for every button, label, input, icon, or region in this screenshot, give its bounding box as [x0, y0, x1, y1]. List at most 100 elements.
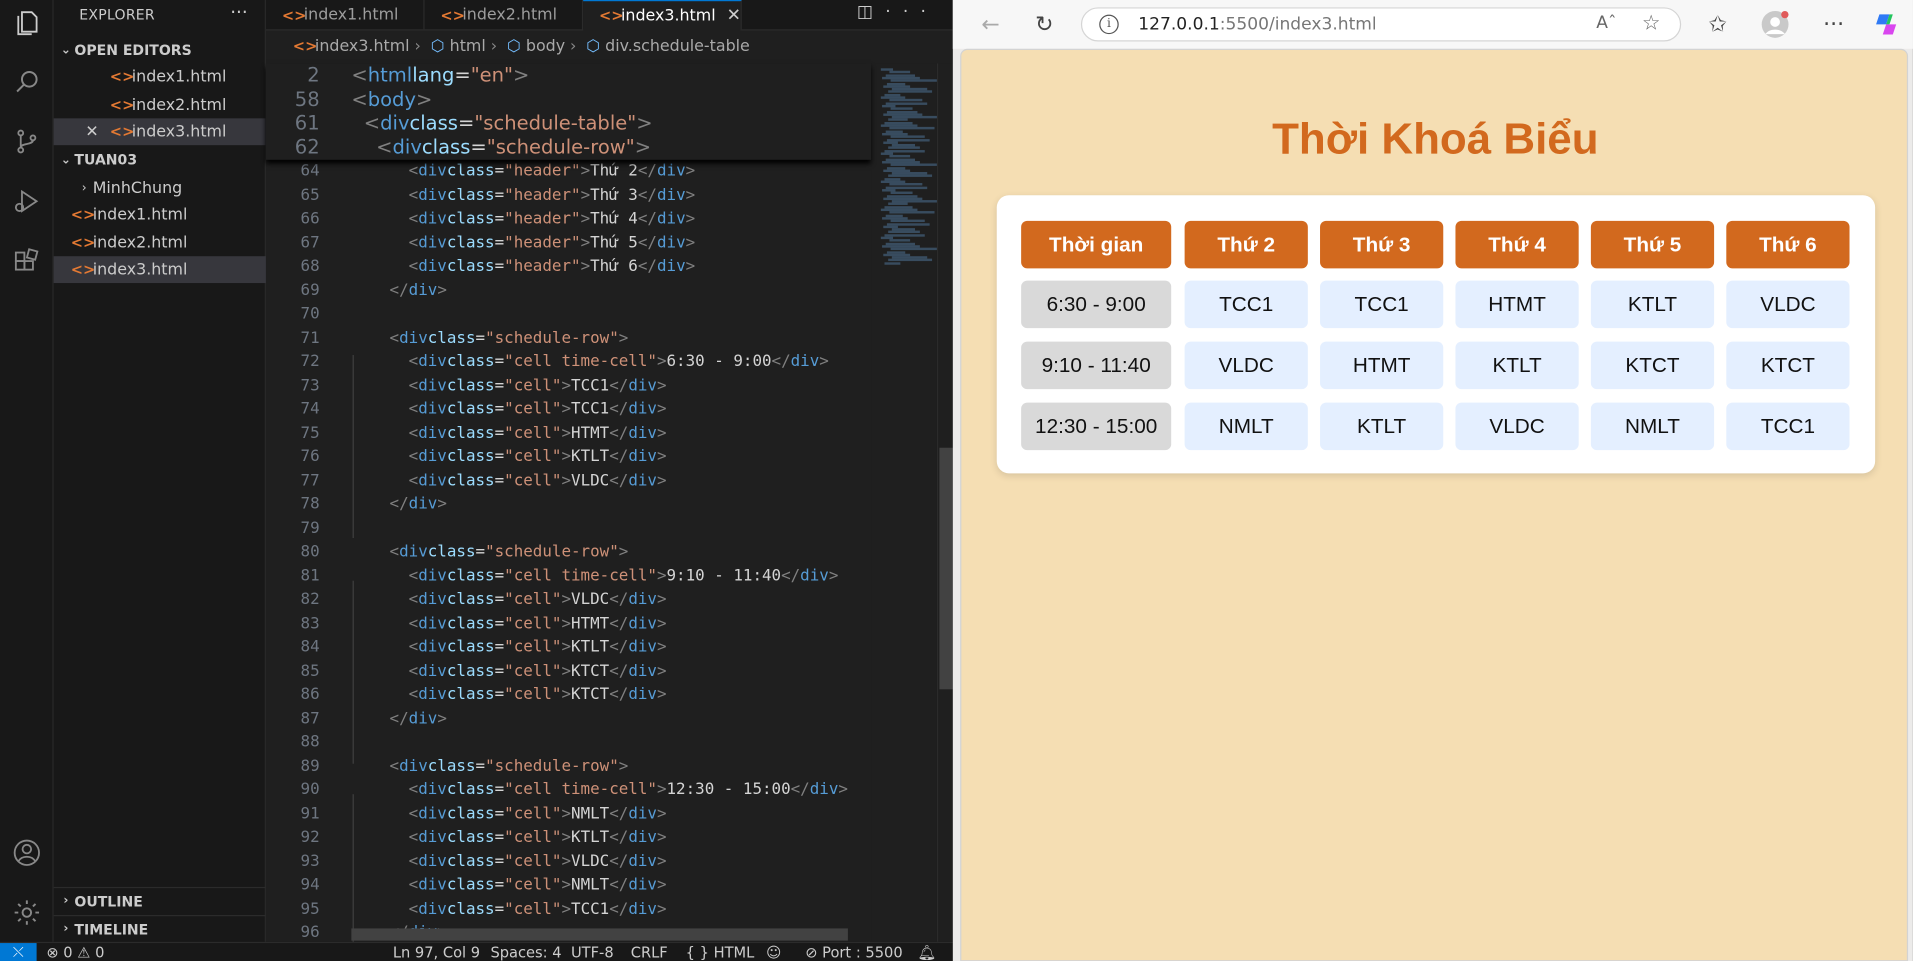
line-number: 92	[300, 828, 320, 847]
breadcrumb-item[interactable]: div.schedule-table	[605, 38, 750, 56]
encoding[interactable]: UTF-8	[571, 943, 614, 961]
more-actions-icon[interactable]: ···	[230, 1, 247, 23]
file-item[interactable]: <> index1.html	[54, 201, 266, 228]
code-line[interactable]: 82 <divclass="cell">VLDC</div>	[266, 588, 871, 612]
code-line[interactable]: 67 <divclass="header">Thứ 5</div>	[266, 231, 871, 255]
code-line[interactable]: 71 <divclass="schedule-row">	[266, 326, 871, 350]
remote-icon[interactable]: ⤬	[0, 943, 37, 961]
code-line[interactable]: 89 <divclass="schedule-row">	[266, 755, 871, 779]
gear-icon[interactable]	[9, 894, 46, 931]
code-line[interactable]: 93 <divclass="cell">VLDC</div>	[266, 850, 871, 874]
tab-index3[interactable]: <> index3.html ✕	[583, 0, 742, 31]
code-line[interactable]: 69 </div>	[266, 279, 871, 303]
timeline-section[interactable]: › TIMELINE	[53, 915, 266, 942]
line-number: 72	[300, 352, 320, 371]
code-line[interactable]: 2 <htmllang="en">	[266, 63, 871, 87]
code-line[interactable]: 65 <divclass="header">Thứ 3</div>	[266, 184, 871, 208]
code-line[interactable]: 72 <divclass="cell time-cell">6:30 - 9:0…	[266, 350, 871, 374]
code-line[interactable]: 79	[266, 517, 871, 541]
copilot-icon[interactable]: ☺	[766, 943, 781, 961]
account-icon[interactable]	[9, 834, 46, 871]
code-line[interactable]: 90 <divclass="cell time-cell">12:30 - 15…	[266, 778, 871, 802]
close-icon[interactable]: ✕	[727, 6, 741, 26]
url-text[interactable]: 127.0.0.1:5500/index3.html	[1138, 15, 1376, 35]
code-line[interactable]: 64 <divclass="header">Thứ 2</div>	[266, 160, 871, 184]
open-editor-item[interactable]: <> index2.html	[54, 92, 266, 119]
source-control-icon[interactable]	[9, 123, 46, 160]
code-line[interactable]: 70	[266, 303, 871, 327]
split-editor-icon[interactable]: ◫	[857, 2, 885, 22]
indentation[interactable]: Spaces: 4	[490, 943, 561, 961]
files-icon[interactable]	[9, 5, 46, 42]
code-line[interactable]: 81 <divclass="cell time-cell">9:10 - 11:…	[266, 564, 871, 588]
code-line[interactable]: 85 <divclass="cell">KTCT</div>	[266, 659, 871, 683]
refresh-icon[interactable]: ↻	[1030, 10, 1059, 39]
code-line[interactable]: 62 <divclass="schedule-row">	[266, 135, 871, 159]
cursor-position[interactable]: Ln 97, Col 9	[393, 943, 480, 961]
code-line[interactable]: 74 <divclass="cell">TCC1</div>	[266, 398, 871, 422]
more-actions-icon[interactable]: ···	[885, 2, 938, 22]
line-number: 64	[300, 162, 320, 181]
problems-indicator[interactable]: ⊗ 0 ⚠ 0	[46, 943, 104, 961]
code-line[interactable]: 92 <divclass="cell">KTLT</div>	[266, 826, 871, 850]
element-icon: ⬡	[430, 37, 445, 57]
line-number: 68	[300, 257, 320, 276]
code-line[interactable]: 78 </div>	[266, 493, 871, 517]
code-line[interactable]: 87 </div>	[266, 707, 871, 731]
code-line[interactable]: 83 <divclass="cell">HTMT</div>	[266, 612, 871, 636]
code-line[interactable]: 68 <divclass="header">Thứ 6</div>	[266, 255, 871, 279]
extensions-icon[interactable]	[9, 244, 46, 281]
open-editor-item[interactable]: <> index1.html	[54, 63, 266, 90]
code-line[interactable]: 77 <divclass="cell">VLDC</div>	[266, 469, 871, 493]
schedule-cell: KTLT	[1590, 280, 1715, 329]
breadcrumb-item[interactable]: html	[450, 38, 486, 56]
code-line[interactable]: 95 <divclass="cell">TCC1</div>	[266, 897, 871, 921]
code-line[interactable]: 76 <divclass="cell">KTLT</div>	[266, 445, 871, 469]
sticky-scroll[interactable]: 2 <htmllang="en"> 58 <body> 61 <divclass="sc…	[265, 63, 872, 160]
horizontal-scrollbar[interactable]	[351, 928, 848, 941]
open-editor-item[interactable]: ✕ <> index3.html	[53, 118, 266, 146]
code-line[interactable]: 66 <divclass="header">Thứ 4</div>	[266, 207, 871, 231]
favorites-icon[interactable]: ✩	[1703, 10, 1732, 39]
favorite-star-icon[interactable]: ☆	[1642, 11, 1661, 35]
outline-section[interactable]: › OUTLINE	[53, 886, 266, 914]
more-menu-icon[interactable]: ···	[1819, 10, 1848, 39]
code-line[interactable]: 75 <divclass="cell">HTMT</div>	[266, 422, 871, 446]
open-editors-section[interactable]: ⌄ OPEN EDITORS	[54, 37, 266, 64]
folder-section[interactable]: ⌄ TUAN03	[54, 146, 266, 173]
code-line[interactable]: 80 <divclass="schedule-row">	[266, 540, 871, 564]
code-line[interactable]: 84 <divclass="cell">KTLT</div>	[266, 636, 871, 660]
copilot-icon[interactable]	[1871, 10, 1900, 39]
line-text: <divclass="header">Thứ 4</div>	[408, 209, 696, 229]
address-bar[interactable]: i 127.0.0.1:5500/index3.html Aˆ ☆	[1080, 7, 1682, 42]
tab-index1[interactable]: <> index1.html	[266, 0, 425, 31]
code-line[interactable]: 86 <divclass="cell">KTCT</div>	[266, 683, 871, 707]
code-line[interactable]: 58 <body>	[266, 87, 871, 111]
profile-avatar[interactable]	[1760, 10, 1789, 39]
breadcrumb-item[interactable]: index3.html	[315, 38, 410, 56]
file-item[interactable]: <> index2.html	[54, 229, 266, 256]
line-ending[interactable]: CRLF	[631, 943, 668, 961]
minimap[interactable]	[871, 63, 940, 942]
run-debug-icon[interactable]	[9, 183, 46, 220]
file-item[interactable]: <> index3.html	[53, 256, 266, 284]
folder-item[interactable]: › MinhChung	[54, 174, 266, 201]
live-server-port[interactable]: ⊘ Port : 5500	[805, 943, 902, 961]
back-icon[interactable]: ←	[976, 10, 1005, 39]
code-line[interactable]: 94 <divclass="cell">NMLT</div>	[266, 874, 871, 898]
breadcrumb-item[interactable]: body	[526, 38, 565, 56]
search-icon[interactable]	[9, 63, 46, 100]
code-line[interactable]: 91 <divclass="cell">NMLT</div>	[266, 802, 871, 826]
code-editor[interactable]: 64 <divclass="header">Thứ 2</div> 65 <div…	[266, 63, 871, 961]
vertical-scrollbar[interactable]	[936, 63, 953, 942]
read-aloud-icon[interactable]: Aˆ	[1596, 13, 1616, 33]
code-line[interactable]: 73 <divclass="cell">TCC1</div>	[266, 374, 871, 398]
tab-index2[interactable]: <> index2.html	[425, 0, 584, 31]
scroll-thumb[interactable]	[939, 447, 953, 690]
bell-icon[interactable]: 🔔︎	[917, 943, 936, 961]
language-mode[interactable]: { } HTML	[686, 943, 755, 961]
code-line[interactable]: 88	[266, 731, 871, 755]
site-info-icon[interactable]: i	[1099, 14, 1119, 35]
code-line[interactable]: 61 <divclass="schedule-table">	[266, 111, 871, 135]
close-icon[interactable]: ✕	[85, 123, 109, 141]
